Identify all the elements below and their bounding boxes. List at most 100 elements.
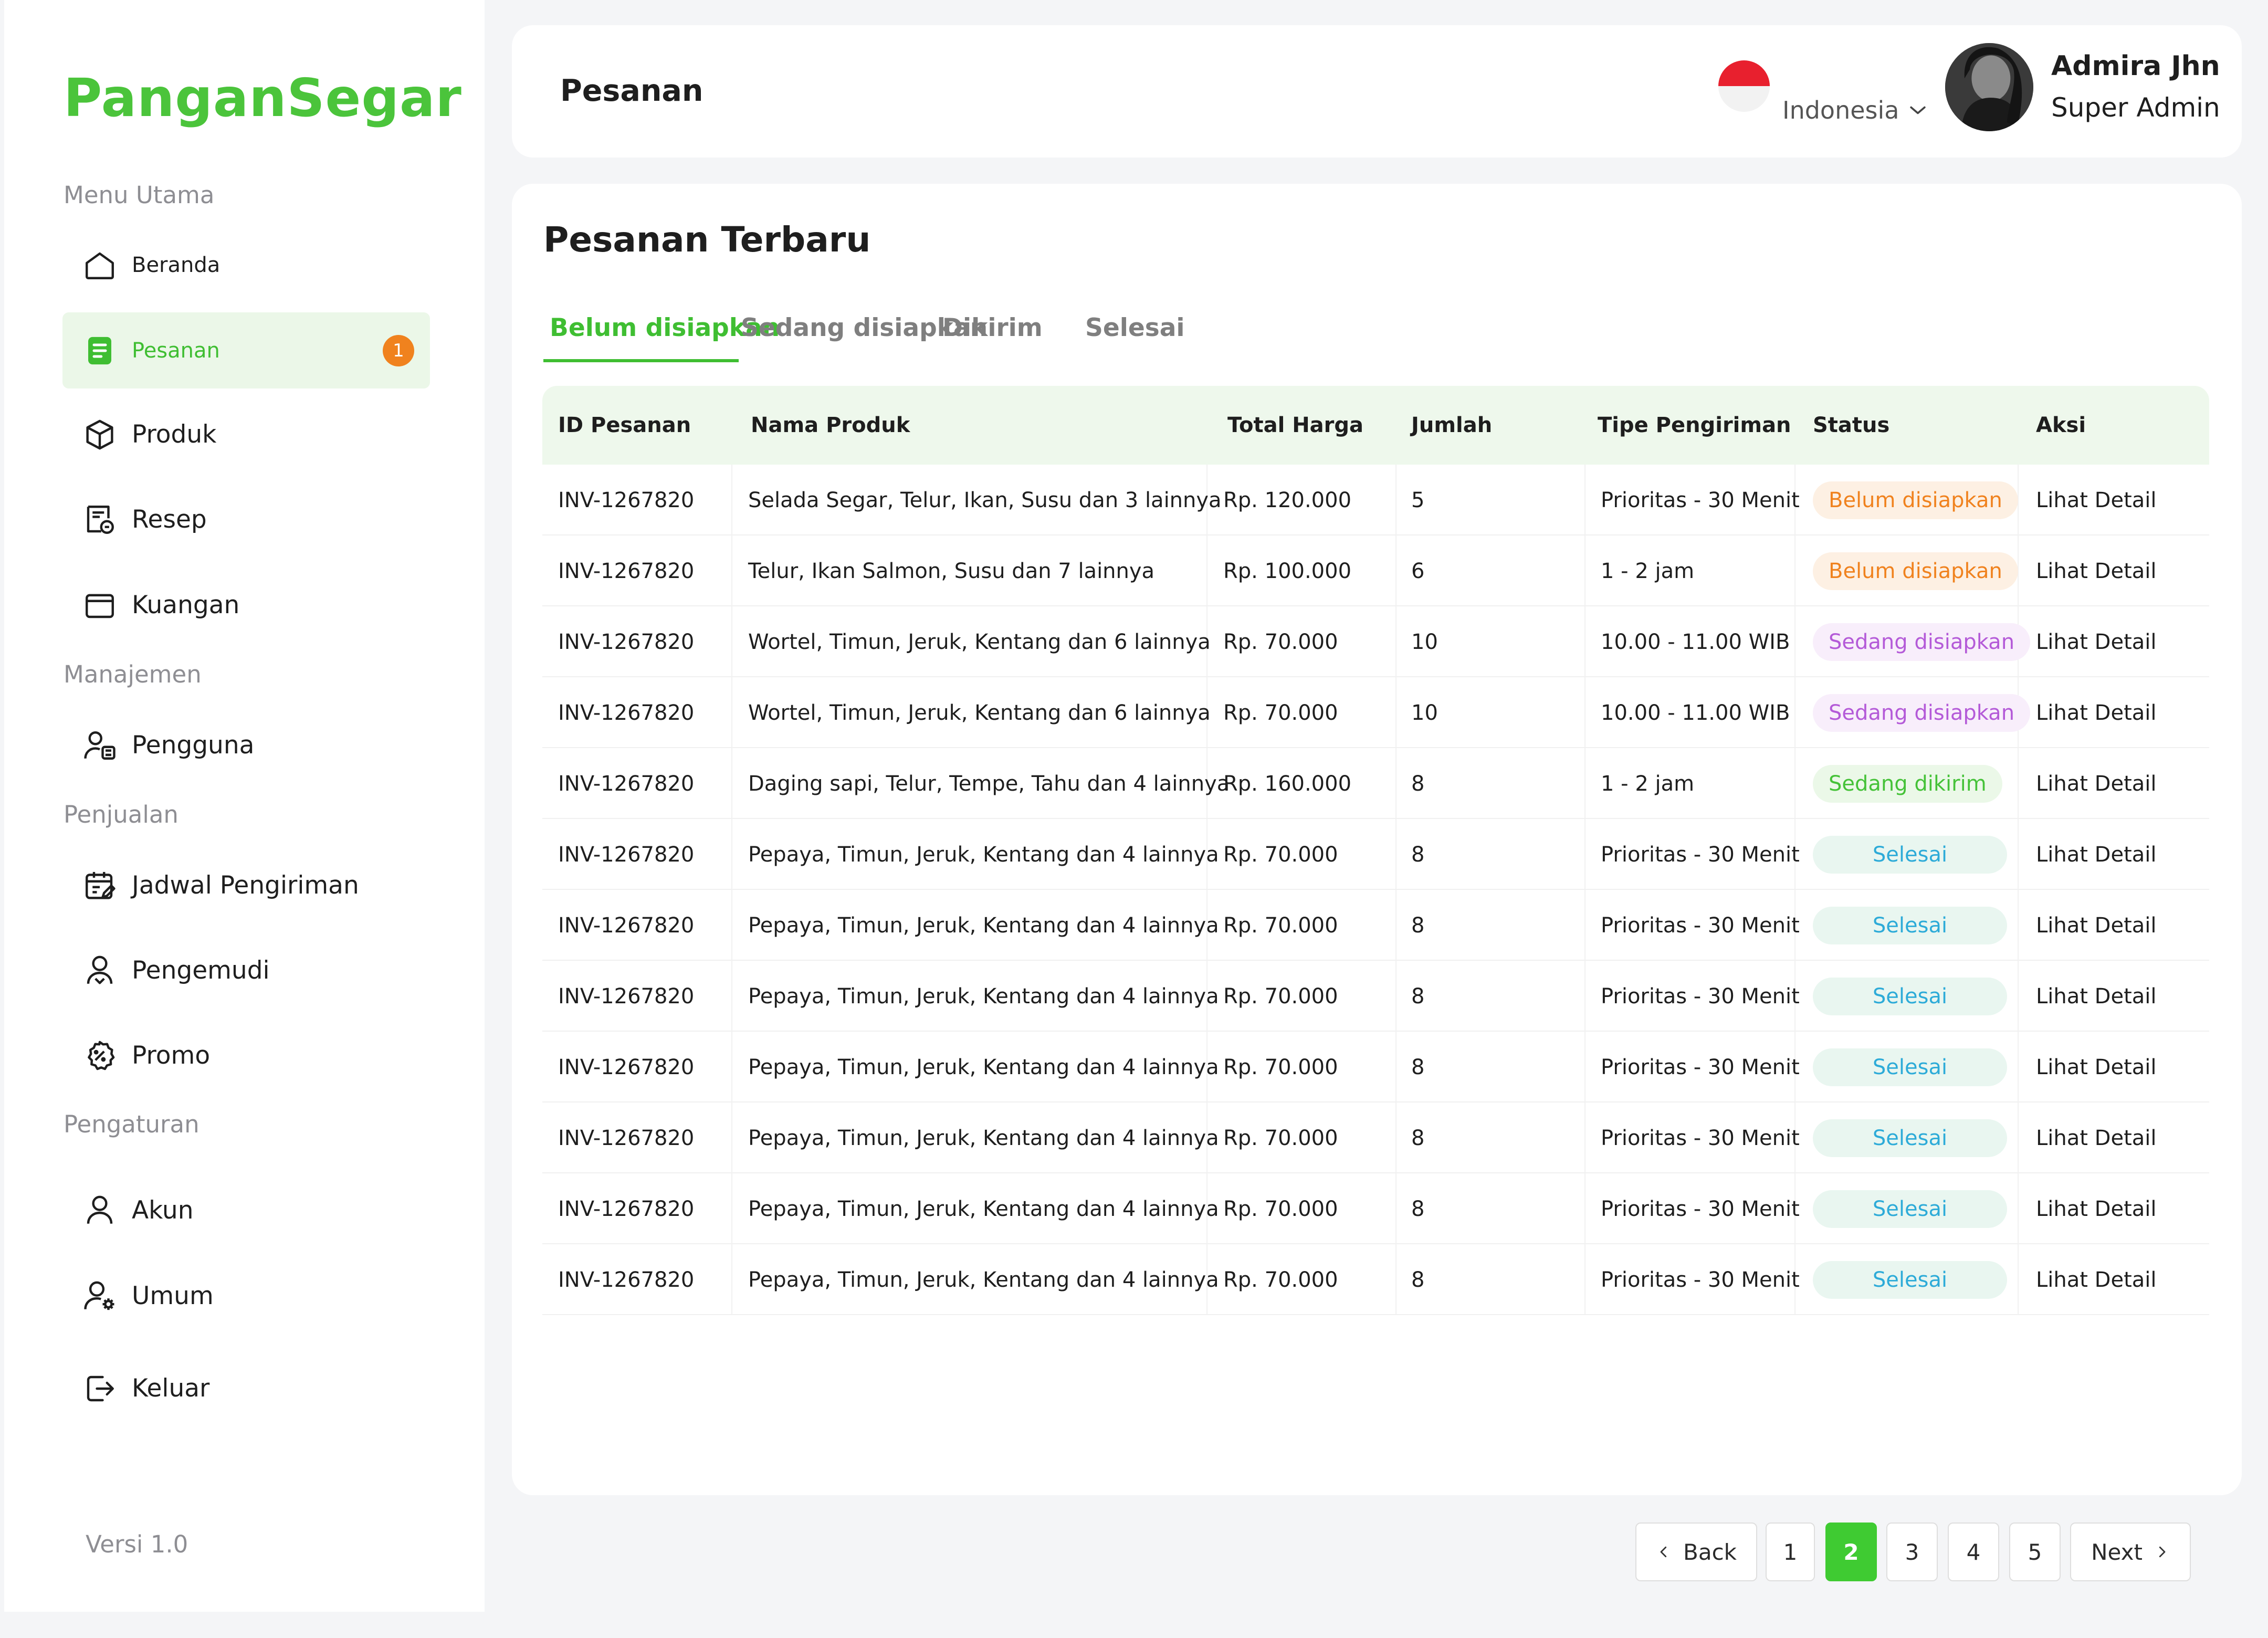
driver-icon [81,952,119,990]
status-badge: Selesai [1813,906,2007,944]
status-cell: Selesai [1813,961,2007,1032]
table-row: INV-1267820 Pepaya, Timun, Jeruk, Kentang… [542,961,2209,1032]
sidebar-item-label: Jadwal Pengiriman [132,871,359,900]
tab-selesai[interactable]: Selesai [1085,307,1185,362]
page-button-2[interactable]: 2 [1825,1522,1877,1581]
sidebar-item-umum[interactable]: Umum [62,1258,430,1334]
sidebar-item-label: Pesanan [132,338,220,363]
tab-dikirim[interactable]: Dikirim [942,307,1043,362]
status-cell: Selesai [1813,1244,2007,1315]
view-detail-link[interactable]: Lihat Detail [2036,1244,2157,1315]
quantity-cell: 8 [1411,1196,1425,1221]
view-detail-link[interactable]: Lihat Detail [2036,1173,2157,1244]
home-icon [81,246,119,284]
view-detail-link[interactable]: Lihat Detail [2036,1102,2157,1173]
shipping-type-cell: Prioritas - 30 Menit [1601,842,1800,867]
back-button[interactable]: Back [1635,1522,1757,1581]
sidebar-item-pengemudi[interactable]: Pengemudi [62,932,430,1009]
shipping-type-cell: Prioritas - 30 Menit [1601,1055,1800,1079]
column-divider [2018,1244,2019,1315]
table-header: ID Pesanan Nama Produk Total Harga Jumla… [542,386,2209,465]
sidebar-item-akun[interactable]: Akun [62,1172,430,1248]
order-id-cell: INV-1267820 [558,1196,695,1221]
view-detail-link[interactable]: Lihat Detail [2036,465,2157,536]
sidebar-item-produk[interactable]: Produk [62,396,430,472]
view-detail-link[interactable]: Lihat Detail [2036,606,2157,677]
status-cell: Sedang disiapkan [1813,677,2031,748]
section-label-manajemen: Manajemen [64,660,202,688]
sidebar-item-label: Umum [132,1282,214,1310]
sidebar-item-promo[interactable]: Promo [62,1017,430,1094]
column-divider [1395,890,1396,961]
order-id-cell: INV-1267820 [558,629,695,654]
quantity-cell: 5 [1411,488,1425,512]
table-row: INV-1267820 Wortel, Timun, Jeruk, Kentang… [542,606,2209,677]
product-name-cell: Wortel, Timun, Jeruk, Kentang dan 6 lain… [748,700,1211,725]
view-detail-link[interactable]: Lihat Detail [2036,961,2157,1032]
status-badge: Sedang disiapkan [1813,623,2031,661]
total-price-cell: Rp. 70.000 [1223,1055,1338,1079]
status-badge: Belum disiapkan [1813,481,2018,519]
orders-panel: Pesanan Terbaru Belum disiapkan Sedang d… [512,184,2242,1581]
sidebar-item-label: Kuangan [132,591,240,620]
view-detail-link[interactable]: Lihat Detail [2036,677,2157,748]
logout-icon [81,1370,119,1408]
column-header: Nama Produk [751,413,910,437]
column-divider [731,1173,732,1244]
wallet-icon [81,586,119,624]
view-detail-link[interactable]: Lihat Detail [2036,1032,2157,1102]
sidebar-item-keluar[interactable]: Keluar [62,1350,430,1426]
table-row: INV-1267820 Daging sapi, Telur, Tempe, Ta… [542,748,2209,819]
column-divider [1584,890,1586,961]
shipping-type-cell: 1 - 2 jam [1601,559,1695,583]
column-divider [1584,819,1586,890]
column-divider [2018,890,2019,961]
product-name-cell: Pepaya, Timun, Jeruk, Kentang dan 4 lain… [748,1267,1219,1292]
column-divider [731,606,732,677]
chevron-right-icon [2159,1546,2166,1558]
next-button[interactable]: Next [2070,1522,2191,1581]
sidebar-item-label: Pengemudi [132,956,270,985]
back-label: Back [1683,1539,1737,1565]
sidebar-item-jadwal-pengiriman[interactable]: Jadwal Pengiriman [62,847,430,923]
sidebar: PanganSegar Menu Utama Beranda Pesanan 1… [4,0,485,1612]
view-detail-link[interactable]: Lihat Detail [2036,819,2157,890]
page-button-3[interactable]: 3 [1886,1522,1938,1581]
view-detail-link[interactable]: Lihat Detail [2036,890,2157,961]
shipping-type-cell: 10.00 - 11.00 WIB [1601,700,1790,725]
total-price-cell: Rp. 70.000 [1223,913,1338,938]
sidebar-item-resep[interactable]: Resep [62,481,430,558]
user-icon [81,1192,119,1230]
view-detail-link[interactable]: Lihat Detail [2036,536,2157,606]
product-name-cell: Pepaya, Timun, Jeruk, Kentang dan 4 lain… [748,913,1219,938]
sidebar-item-pengguna[interactable]: Pengguna [62,707,430,783]
tab-belum-disiapkan[interactable]: Belum disiapkan [543,307,780,362]
brand-logo: PanganSegar [64,67,462,129]
product-name-cell: Daging sapi, Telur, Tempe, Tahu dan 4 la… [748,771,1230,796]
table-row: INV-1267820 Pepaya, Timun, Jeruk, Kentang… [542,1102,2209,1173]
language-selector[interactable]: Indonesia [1782,96,1929,124]
avatar[interactable] [1945,43,2033,131]
column-divider [1794,606,1796,677]
column-divider [1395,1032,1396,1102]
page-button-4[interactable]: 4 [1948,1522,1999,1581]
quantity-cell: 8 [1411,984,1425,1009]
total-price-cell: Rp. 100.000 [1223,559,1352,583]
quantity-cell: 8 [1411,913,1425,938]
sidebar-item-pesanan[interactable]: Pesanan 1 [62,312,430,388]
sidebar-item-beranda[interactable]: Beranda [62,227,430,303]
page-button-1[interactable]: 1 [1766,1522,1815,1581]
column-divider [731,961,732,1032]
total-price-cell: Rp. 160.000 [1223,771,1352,796]
sidebar-item-kuangan[interactable]: Kuangan [62,567,430,643]
view-detail-link[interactable]: Lihat Detail [2036,748,2157,819]
status-badge: Selesai [1813,1261,2007,1299]
page-button-5[interactable]: 5 [2009,1522,2061,1581]
status-badge: Sedang dikirim [1813,764,2002,803]
sidebar-item-label: Promo [132,1041,211,1070]
product-name-cell: Pepaya, Timun, Jeruk, Kentang dan 4 lain… [748,1055,1219,1079]
column-divider [731,465,732,536]
total-price-cell: Rp. 70.000 [1223,700,1338,725]
order-id-cell: INV-1267820 [558,771,695,796]
status-cell: Selesai [1813,1102,2007,1173]
